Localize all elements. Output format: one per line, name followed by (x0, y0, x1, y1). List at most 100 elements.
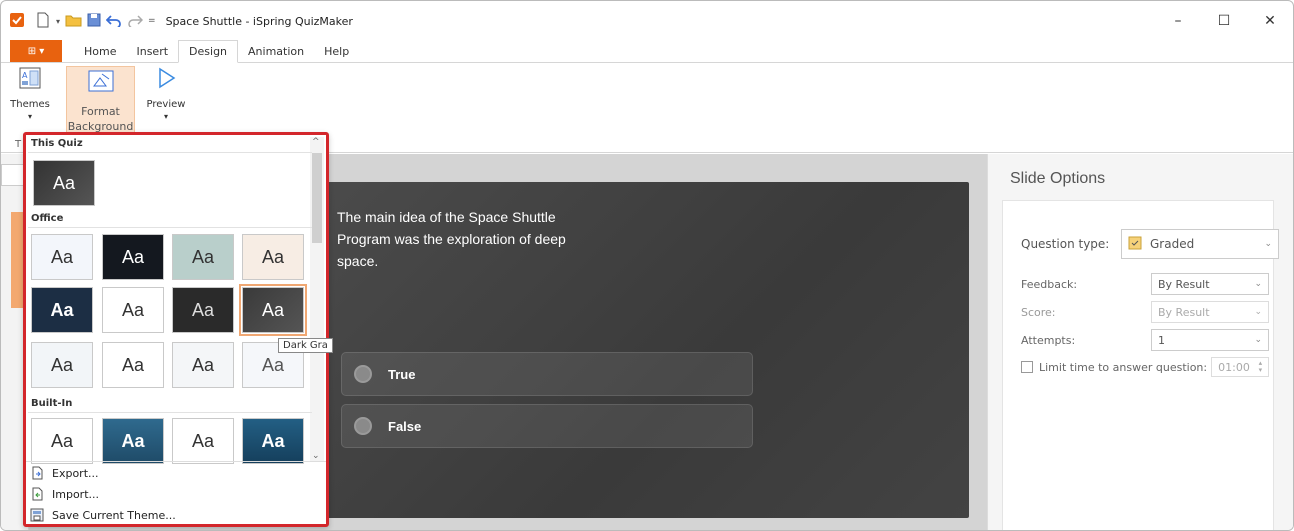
feedback-select[interactable]: By Result ⌄ (1151, 273, 1269, 295)
preview-dropdown-arrow: ▾ (163, 112, 168, 121)
theme-office-3[interactable]: Aa (172, 234, 234, 280)
limit-time-checkbox[interactable] (1021, 361, 1033, 373)
new-file-icon[interactable] (35, 12, 51, 31)
format-background-icon (88, 70, 114, 96)
attempts-value: 1 (1158, 333, 1165, 347)
open-folder-icon[interactable] (65, 13, 82, 30)
theme-dark-gradient[interactable]: Aa (239, 284, 307, 336)
tab-home[interactable]: Home (74, 40, 126, 62)
theme-office-10[interactable]: Aa (102, 342, 164, 388)
answer-label[interactable]: True (388, 367, 415, 382)
radio-button-icon[interactable] (354, 417, 372, 435)
maximize-button[interactable]: ☐ (1201, 1, 1247, 41)
feedback-label: Feedback: (1021, 277, 1078, 291)
file-menu-button[interactable]: ⊞ ▾ (10, 40, 62, 62)
score-select: By Result ⌄ (1151, 301, 1269, 323)
score-value: By Result (1158, 305, 1210, 319)
question-text[interactable]: The main idea of the Space Shuttle Progr… (337, 206, 567, 272)
themes-scrollbar[interactable]: ^ ⌄ (310, 137, 324, 461)
slide: The main idea of the Space Shuttle Progr… (277, 182, 969, 518)
graded-icon (1128, 236, 1142, 253)
theme-office-9[interactable]: Aa (31, 342, 93, 388)
export-theme-item[interactable]: Export... (30, 466, 99, 480)
theme-office-2[interactable]: Aa (102, 234, 164, 280)
theme-office-5[interactable]: Aa (31, 287, 93, 333)
section-this-quiz: This Quiz (31, 138, 83, 149)
question-type-value: Graded (1150, 237, 1195, 251)
theme-office-4[interactable]: Aa (242, 234, 304, 280)
undo-icon[interactable] (105, 13, 122, 30)
chevron-down-icon: ⌄ (1264, 239, 1272, 249)
theme-builtin-1[interactable]: Aa (31, 418, 93, 464)
dropdown-divider (26, 461, 326, 462)
app-window: ▾ = Space Shuttle - iSpring QuizMaker – … (0, 0, 1294, 531)
feedback-value: By Result (1158, 277, 1210, 291)
answer-label[interactable]: False (388, 419, 421, 434)
answer-option[interactable]: True (341, 352, 753, 396)
theme-builtin-4[interactable]: Aa (242, 418, 304, 464)
save-theme-icon (30, 508, 44, 522)
ribbon-tabs: ⊞ ▾ Home Insert Design Animation Help (1, 40, 1293, 63)
tab-help[interactable]: Help (314, 40, 359, 62)
import-theme-item[interactable]: Import... (30, 487, 99, 501)
attempts-row: Attempts: 1 ⌄ (1021, 329, 1269, 351)
radio-button-icon[interactable] (354, 365, 372, 383)
theme-builtin-3[interactable]: Aa (172, 418, 234, 464)
theme-current-quiz[interactable]: Aa (33, 160, 95, 206)
ribbon-group-label: T (15, 139, 22, 150)
section-divider (28, 412, 312, 413)
title-bar: ▾ = Space Shuttle - iSpring QuizMaker – … (1, 1, 1293, 41)
export-icon (30, 466, 44, 480)
save-theme-item[interactable]: Save Current Theme... (30, 508, 176, 522)
format-background-button[interactable]: Format Background (66, 66, 135, 134)
import-label: Import... (52, 487, 99, 501)
tab-design[interactable]: Design (178, 40, 239, 63)
minimize-button[interactable]: – (1155, 1, 1201, 41)
section-office: Office (31, 213, 64, 224)
themes-label: Themes (10, 99, 50, 110)
chevron-down-icon: ⌄ (1254, 279, 1262, 289)
theme-office-1[interactable]: Aa (31, 234, 93, 280)
app-logo-icon (10, 12, 24, 30)
chevron-down-icon: ⌄ (1254, 335, 1262, 345)
scrollbar-thumb[interactable] (312, 153, 322, 243)
theme-builtin-2[interactable]: Aa (102, 418, 164, 464)
tab-animation[interactable]: Animation (238, 40, 314, 62)
scroll-up-icon[interactable]: ^ (312, 137, 320, 147)
themes-icon: A (17, 67, 43, 93)
section-divider (28, 152, 312, 153)
question-type-label: Question type: (1021, 237, 1110, 251)
limit-time-value: 01:00 (1218, 360, 1250, 374)
window-title: Space Shuttle - iSpring QuizMaker (165, 14, 353, 28)
attempts-label: Attempts: (1021, 333, 1076, 347)
window-controls: – ☐ ✕ (1155, 1, 1293, 41)
close-button[interactable]: ✕ (1247, 1, 1293, 41)
themes-button[interactable]: A Themes ▾ (10, 67, 50, 133)
answer-option[interactable]: False (341, 404, 753, 448)
slide-options-title: Slide Options (1010, 170, 1106, 187)
theme-office-6[interactable]: Aa (102, 287, 164, 333)
question-type-row: Question type: Graded ⌄ (1021, 229, 1279, 259)
export-label: Export... (52, 466, 99, 480)
tab-insert[interactable]: Insert (126, 40, 178, 62)
redo-icon[interactable] (127, 13, 144, 30)
question-type-select[interactable]: Graded ⌄ (1121, 229, 1279, 259)
import-icon (30, 487, 44, 501)
scroll-down-icon[interactable]: ⌄ (312, 451, 320, 461)
format-background-label-1: Format (81, 104, 120, 118)
svg-text:A: A (22, 71, 28, 80)
attempts-select[interactable]: 1 ⌄ (1151, 329, 1269, 351)
section-built-in: Built-In (31, 398, 73, 409)
limit-time-input: 01:00 ▴ ▾ (1211, 357, 1270, 377)
preview-button[interactable]: Preview ▾ (144, 67, 188, 133)
themes-dropdown: ^ ⌄ This Quiz Aa Office Aa Aa Aa Aa Aa A… (23, 132, 329, 527)
slide-options-box: Question type: Graded ⌄ Feedback: By Res… (1002, 200, 1279, 530)
limit-time-row: Limit time to answer question: 01:00 ▴ ▾ (1021, 357, 1270, 377)
new-dropdown-icon[interactable]: ▾ (56, 17, 60, 26)
save-icon[interactable] (87, 13, 101, 30)
theme-office-11[interactable]: Aa (172, 342, 234, 388)
theme-office-7[interactable]: Aa (172, 287, 234, 333)
chevron-down-icon: ⌄ (1254, 307, 1262, 317)
customize-toolbar-icon[interactable]: = (148, 16, 156, 26)
play-icon (153, 67, 179, 93)
